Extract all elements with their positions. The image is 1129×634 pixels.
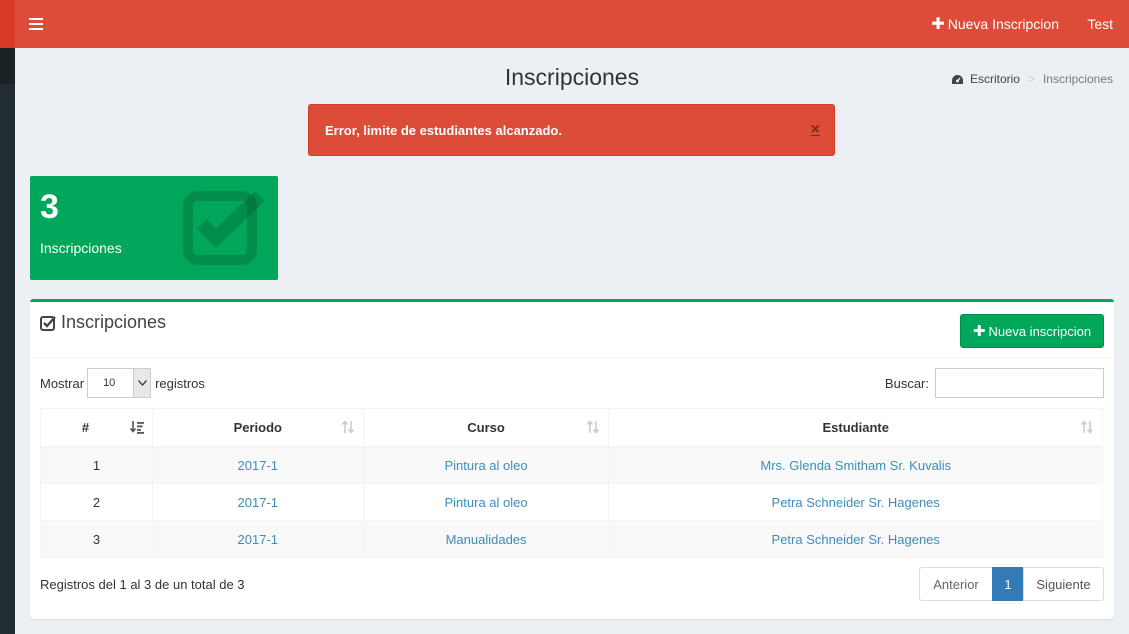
enrollment-count: 3 [40,188,59,226]
sort-icon [1080,420,1094,434]
enrollments-table: # Periodo Curso Estudiante 1 2017-1 Pint… [40,408,1103,558]
cell-curso: Pintura al oleo [362,446,610,484]
sidebar-toggle-icon[interactable] [24,13,48,35]
periodo-link[interactable]: 2017-1 [238,495,278,510]
curso-link[interactable]: Pintura al oleo [445,458,528,473]
cell-estudiante: Petra Schneider Sr. Hagenes [608,520,1103,558]
curso-link[interactable]: Manualidades [446,532,527,547]
cell-curso: Manualidades [362,520,610,558]
estudiante-link[interactable]: Petra Schneider Sr. Hagenes [772,495,940,510]
sort-asc-icon [129,421,144,434]
plus-icon: ✚ [972,323,986,340]
cell-periodo: 2017-1 [151,446,364,484]
page-1-button[interactable]: 1 [992,567,1024,601]
cell-periodo: 2017-1 [151,520,364,558]
search-label: Buscar: [884,375,929,391]
close-icon[interactable]: × [811,122,820,138]
user-name: Test [1087,16,1113,32]
show-label: Mostrar [40,375,85,391]
panel-title: Inscripciones [40,312,166,333]
table-header-row: # Periodo Curso Estudiante [40,408,1103,448]
enrollment-count-label: Inscripciones [40,240,122,256]
periodo-link[interactable]: 2017-1 [238,532,278,547]
column-header-periodo[interactable]: Periodo [151,408,364,448]
search-input[interactable] [935,368,1104,398]
content-wrapper: Inscripciones Escritorio > Inscripciones… [15,48,1129,634]
cell-curso: Pintura al oleo [362,483,610,521]
cell-estudiante: Petra Schneider Sr. Hagenes [608,483,1103,521]
check-square-icon [40,315,56,331]
column-header-curso[interactable]: Curso [362,408,610,448]
cell-number: 1 [40,446,153,484]
curso-link[interactable]: Pintura al oleo [445,495,528,510]
column-header-number[interactable]: # [40,408,153,448]
cell-number: 2 [40,483,153,521]
next-page-button[interactable]: Siguiente [1023,567,1104,601]
check-square-icon [183,190,265,265]
error-alert-message: Error, limite de estudiantes alcanzado. [325,122,562,138]
cell-estudiante: Mrs. Glenda Smitham Sr. Kuvalis [608,446,1103,484]
table-row: 2 2017-1 Pintura al oleo Petra Schneider… [40,483,1103,521]
page-size-control: Mostrar 10 registros [40,368,205,398]
enrollment-count-box: 3 Inscripciones [30,176,278,280]
plus-icon: ✚ [931,16,945,33]
estudiante-link[interactable]: Mrs. Glenda Smitham Sr. Kuvalis [760,458,951,473]
table-row: 1 2017-1 Pintura al oleo Mrs. Glenda Smi… [40,446,1103,484]
periodo-link[interactable]: 2017-1 [238,458,278,473]
dashboard-icon [951,74,963,84]
enrollments-panel: Inscripciones ✚ Nueva inscripcion Mostra… [30,299,1114,619]
column-header-estudiante[interactable]: Estudiante [608,408,1103,448]
sidebar-collapsed [0,0,15,634]
panel-header: Inscripciones ✚ Nueva inscripcion [30,302,1114,358]
breadcrumb-separator: > [1027,72,1035,86]
sort-icon [587,420,600,434]
new-enrollment-button-label: Nueva inscripcion [988,323,1092,339]
table-info: Registros del 1 al 3 de un total de 3 [40,577,245,592]
user-menu[interactable]: Test [1087,0,1113,48]
cell-number: 3 [40,520,153,558]
top-navbar: ✚ Nueva Inscripcion Test [0,0,1129,48]
panel-title-text: Inscripciones [61,312,167,332]
breadcrumb: Escritorio > Inscripciones [951,72,1113,86]
error-alert: Error, limite de estudiantes alcanzado. … [308,104,835,156]
chevron-down-icon [133,369,151,397]
page-size-value: 10 [103,377,116,389]
nav-new-enrollment-label: Nueva Inscripcion [947,16,1059,32]
sort-icon [341,420,354,434]
nav-new-enrollment-link[interactable]: ✚ Nueva Inscripcion [931,0,1059,48]
new-enrollment-button[interactable]: ✚ Nueva inscripcion [960,314,1104,348]
pagination: Anterior 1 Siguiente [919,567,1104,601]
records-label: registros [155,375,205,391]
table-row: 3 2017-1 Manualidades Petra Schneider Sr… [40,520,1103,558]
previous-page-button[interactable]: Anterior [919,567,993,601]
estudiante-link[interactable]: Petra Schneider Sr. Hagenes [772,532,940,547]
page-size-select[interactable]: 10 [87,368,152,398]
search-control: Buscar: [885,368,1104,398]
breadcrumb-current: Inscripciones [1042,72,1113,86]
breadcrumb-home-link[interactable]: Escritorio [970,72,1020,86]
cell-periodo: 2017-1 [151,483,364,521]
